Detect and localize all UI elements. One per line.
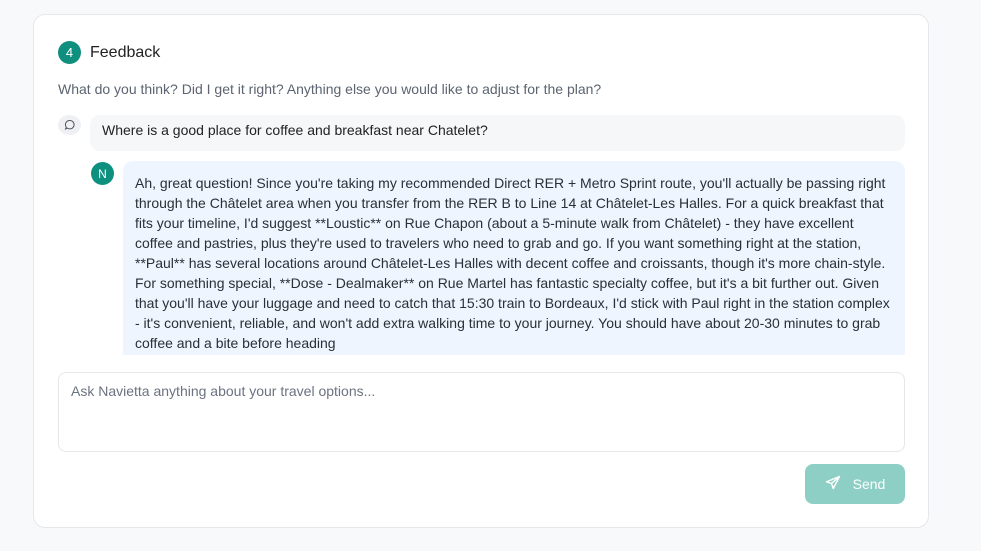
message-input[interactable]: Ask Navietta anything about your travel … xyxy=(58,372,905,452)
feedback-prompt: What do you think? Did I get it right? A… xyxy=(58,81,602,97)
assistant-message: Ah, great question! Since you're taking … xyxy=(123,161,905,355)
assistant-avatar: N xyxy=(91,162,114,185)
section-title: Feedback xyxy=(90,43,161,61)
send-button[interactable]: Send xyxy=(805,464,905,504)
feedback-card: 4 Feedback What do you think? Did I get … xyxy=(33,14,929,528)
chat-bubble-icon xyxy=(58,115,81,135)
step-number-badge: 4 xyxy=(58,41,81,64)
send-button-label: Send xyxy=(852,476,886,492)
step-header: 4 Feedback xyxy=(58,41,160,64)
chat-transcript[interactable]: Where is a good place for coffee and bre… xyxy=(58,115,905,355)
paper-plane-icon xyxy=(825,475,841,494)
user-message: Where is a good place for coffee and bre… xyxy=(90,115,905,151)
